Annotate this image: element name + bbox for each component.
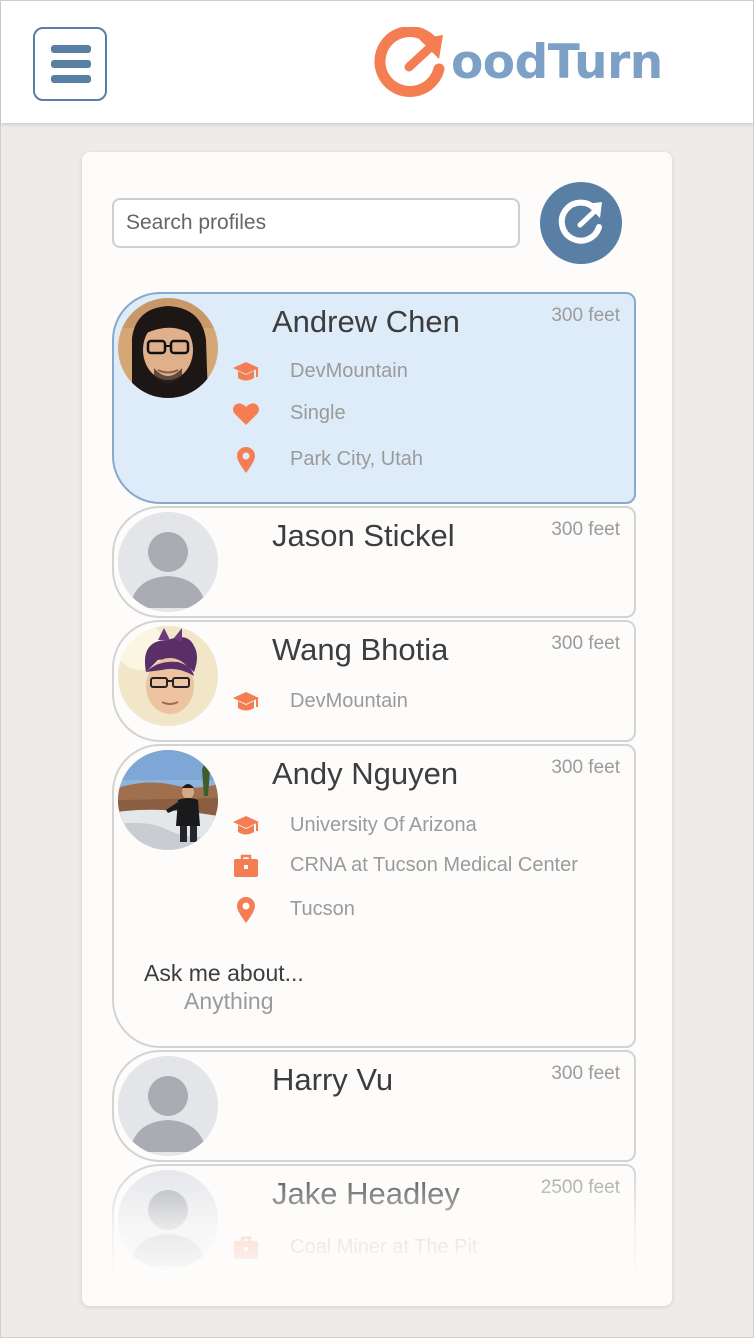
app-header: oodTurn [1, 1, 753, 123]
detail-text: Park City, Utah [290, 448, 423, 470]
logo-text: oodTurn [451, 35, 663, 90]
detail-text: CRNA at Tucson Medical Center [290, 854, 578, 876]
profile-card[interactable]: Wang Bhotia 300 feet DevMountain [112, 620, 636, 742]
profile-card[interactable]: Harry Vu 300 feet [112, 1050, 636, 1162]
profile-detail: DevMountain [232, 687, 612, 717]
profile-detail: Park City, Utah [232, 445, 612, 475]
profile-detail: Single [232, 399, 612, 429]
profile-detail: University Of Arizona [232, 811, 612, 841]
profile-name: Andrew Chen [272, 304, 460, 339]
avatar [118, 626, 218, 726]
profile-name: Jake Headley [272, 1176, 460, 1211]
goodturn-logo[interactable]: oodTurn [373, 27, 673, 99]
avatar-placeholder [118, 512, 218, 612]
profile-distance: 2500 feet [540, 1177, 620, 1198]
profile-card[interactable]: Jason Stickel 300 feet [112, 506, 636, 618]
logo-g-arrow-icon [374, 27, 445, 97]
refresh-button[interactable] [540, 182, 622, 264]
location-pin-icon [237, 447, 255, 473]
profile-detail: DevMountain [232, 357, 612, 387]
detail-text: Single [290, 402, 346, 424]
search-input[interactable] [112, 198, 520, 248]
detail-text: Tucson [290, 898, 355, 920]
profile-detail: Tucson [232, 895, 612, 925]
graduation-cap-icon [233, 362, 259, 381]
profile-distance: 300 feet [551, 519, 620, 540]
profile-detail: Coal Miner at The Pit [232, 1233, 612, 1263]
profile-distance: 300 feet [551, 1063, 620, 1084]
profiles-panel: Andrew Chen 300 feet DevMountain Single [82, 152, 672, 1306]
avatar-placeholder [118, 1056, 218, 1156]
ask-me-value: Anything [184, 988, 274, 1014]
profile-card[interactable]: Andrew Chen 300 feet DevMountain Single [112, 292, 636, 504]
location-pin-icon [237, 897, 255, 923]
detail-text: DevMountain [290, 690, 408, 712]
detail-text: Coal Miner at The Pit [290, 1236, 478, 1258]
graduation-cap-icon [233, 816, 259, 835]
profile-distance: 300 feet [551, 305, 620, 326]
menu-button[interactable] [33, 27, 107, 101]
profile-name: Wang Bhotia [272, 632, 449, 667]
profile-card[interactable]: Andy Nguyen 300 feet University Of Arizo… [112, 744, 636, 1048]
ask-me-label: Ask me about... [144, 960, 304, 986]
briefcase-icon [234, 854, 258, 877]
heart-icon [233, 403, 259, 425]
profile-detail: CRNA at Tucson Medical Center [232, 851, 612, 881]
profile-distance: 300 feet [551, 757, 620, 778]
detail-text: University Of Arizona [290, 814, 477, 836]
profile-distance: 300 feet [551, 633, 620, 654]
profile-name: Jason Stickel [272, 518, 455, 553]
avatar [118, 750, 218, 850]
profile-name: Andy Nguyen [272, 756, 459, 791]
detail-text: DevMountain [290, 360, 408, 382]
avatar [118, 298, 218, 398]
avatar-placeholder [118, 1170, 218, 1270]
refresh-icon [558, 199, 602, 244]
profile-card[interactable]: Jake Headley 2500 feet Coal Miner at The… [112, 1164, 636, 1306]
profile-name: Harry Vu [272, 1062, 394, 1097]
graduation-cap-icon [233, 692, 259, 711]
briefcase-icon [234, 1236, 258, 1259]
